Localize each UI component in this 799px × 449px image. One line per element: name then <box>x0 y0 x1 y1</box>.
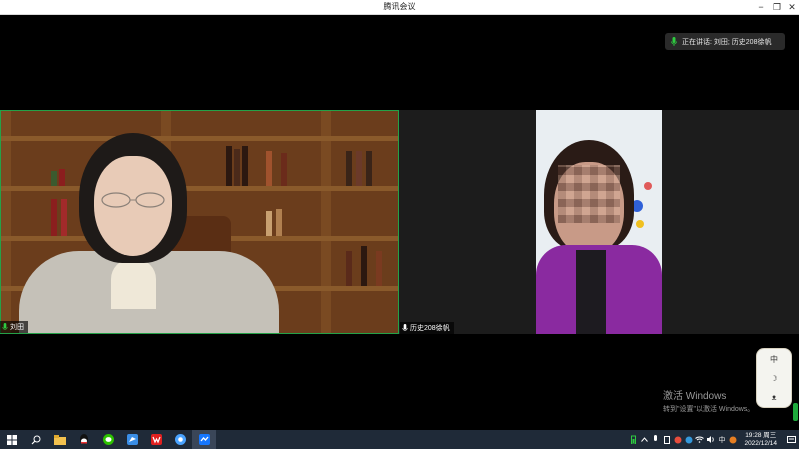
clock-time: 19:28 周三 <box>745 431 777 439</box>
tencent-meeting-icon[interactable] <box>192 430 216 449</box>
moon-icon[interactable]: ☽ <box>770 374 777 383</box>
watermark-title: 激活 Windows <box>663 391 727 402</box>
file-explorer-icon[interactable] <box>48 430 72 449</box>
participant-name: 刘田 <box>10 324 24 331</box>
antivirus-icon[interactable] <box>727 430 738 449</box>
watermark-subtitle: 转到"设置"以激活 Windows。 <box>663 406 755 413</box>
notifications-icon[interactable] <box>783 430 799 449</box>
glasses <box>101 192 165 208</box>
speaking-text: 正在讲话: 刘田; 历史208徐帆 <box>682 38 772 46</box>
qq-icon[interactable] <box>72 430 96 449</box>
video-tile-participant-2[interactable] <box>399 110 799 334</box>
taskbar: 中 19:28 周三 2022/12/14 <box>0 430 799 449</box>
battery-icon[interactable] <box>628 430 639 449</box>
mic-icon <box>671 37 677 46</box>
chevron-up-icon[interactable] <box>639 430 650 449</box>
search-icon[interactable] <box>24 430 48 449</box>
microphone-icon[interactable] <box>650 430 661 449</box>
speaking-indicator: 正在讲话: 刘田; 历史208徐帆 <box>665 33 785 50</box>
clipboard-icon[interactable] <box>661 430 672 449</box>
blurred-face <box>558 165 620 223</box>
clock-date: 2022/12/14 <box>744 439 777 447</box>
feishu-icon[interactable] <box>120 430 144 449</box>
close-button[interactable]: ✕ <box>783 0 799 14</box>
windows-start-icon[interactable] <box>0 430 24 449</box>
activate-windows-watermark: 激活 Windows 转到"设置"以激活 Windows。 <box>663 387 754 414</box>
system-clock[interactable]: 19:28 周三 2022/12/14 <box>738 432 783 448</box>
wps-icon[interactable] <box>144 430 168 449</box>
app-icon[interactable] <box>168 430 192 449</box>
mic-icon <box>402 324 408 331</box>
participant-name: 历史208徐帆 <box>410 325 450 332</box>
network-tray-icon[interactable] <box>683 430 694 449</box>
wifi-icon[interactable] <box>694 430 705 449</box>
title-bar: 腾讯会议 − ❐ ✕ <box>0 0 799 15</box>
window-title: 腾讯会议 <box>383 2 416 11</box>
ime-mode-label[interactable]: 中 <box>770 354 778 365</box>
mic-icon <box>2 323 8 330</box>
ime-handle[interactable] <box>793 403 798 421</box>
participant-video <box>536 110 662 334</box>
volume-icon[interactable] <box>705 430 716 449</box>
system-tray: 中 19:28 周三 2022/12/14 <box>628 430 799 449</box>
video-tile-participant-1[interactable] <box>0 110 399 334</box>
wechat-icon[interactable] <box>96 430 120 449</box>
ime-toolbar[interactable]: 中 ☽ ᴥ <box>756 348 792 408</box>
participant-name-tag: 刘田 <box>0 321 28 333</box>
app-tray-icon[interactable] <box>672 430 683 449</box>
ime-language-indicator[interactable]: 中 <box>716 430 727 449</box>
participant-name-tag: 历史208徐帆 <box>400 322 454 334</box>
skin-icon[interactable]: ᴥ <box>772 393 777 402</box>
